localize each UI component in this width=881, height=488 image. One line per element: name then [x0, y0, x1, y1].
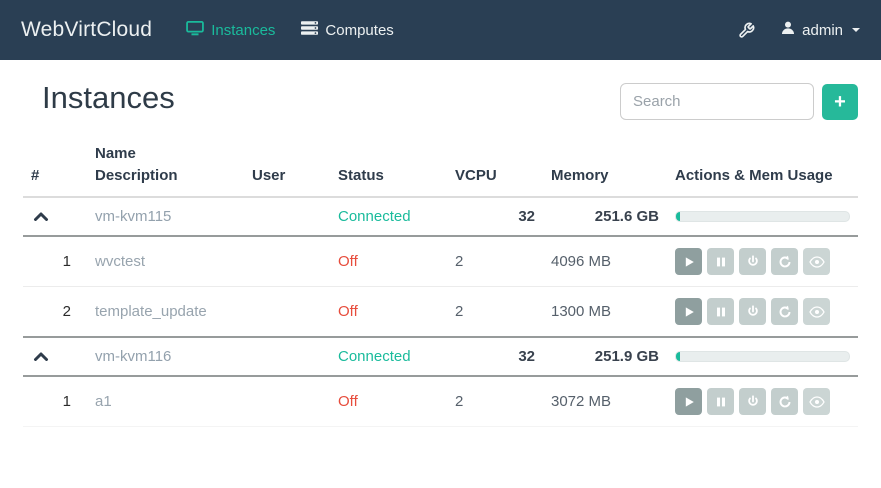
- pause-button[interactable]: [707, 298, 734, 325]
- collapse-chevron-icon[interactable]: [31, 211, 49, 221]
- console-eye-button[interactable]: [803, 248, 830, 275]
- monitor-icon: [186, 21, 204, 40]
- page-title: Instances: [42, 81, 175, 115]
- play-button[interactable]: [675, 248, 702, 275]
- instance-memory: 1300 MB: [543, 287, 667, 338]
- instance-row: 2 template_update Off 2 1300 MB: [23, 287, 858, 338]
- pause-button[interactable]: [707, 388, 734, 415]
- pause-button[interactable]: [707, 248, 734, 275]
- instance-memory: 3072 MB: [543, 376, 667, 427]
- instance-number: 1: [23, 236, 87, 287]
- instance-number: 2: [23, 287, 87, 338]
- col-header-name: NameDescription: [87, 137, 244, 197]
- mem-usage-fill: [676, 212, 680, 221]
- instance-actions: [675, 248, 858, 275]
- col-header-vcpu: VCPU: [447, 137, 543, 197]
- main-nav: Instances Computes: [186, 21, 394, 40]
- col-header-actions: Actions & Mem Usage: [667, 137, 858, 197]
- refresh-button[interactable]: [771, 298, 798, 325]
- console-eye-button[interactable]: [803, 388, 830, 415]
- instance-name-link[interactable]: a1: [95, 393, 112, 410]
- main-content: Instances + # NameDescription User Statu…: [0, 81, 881, 427]
- instance-vcpu: 2: [447, 287, 543, 338]
- instance-name-link[interactable]: wvctest: [95, 253, 145, 270]
- wrench-icon[interactable]: [738, 22, 755, 39]
- col-header-status: Status: [330, 137, 447, 197]
- top-navbar: WebVirtCloud Instances Computes admin: [0, 0, 881, 60]
- col-header-user: User: [244, 137, 330, 197]
- play-button[interactable]: [675, 388, 702, 415]
- console-eye-button[interactable]: [803, 298, 830, 325]
- table-header-row: # NameDescription User Status VCPU Memor…: [23, 137, 858, 197]
- collapse-chevron-icon[interactable]: [31, 351, 49, 361]
- instance-row: 1 wvctest Off 2 4096 MB: [23, 236, 858, 287]
- instances-table: # NameDescription User Status VCPU Memor…: [23, 137, 858, 427]
- nav-item-computes[interactable]: Computes: [301, 21, 393, 39]
- mem-usage-bar: [675, 211, 850, 222]
- play-button[interactable]: [675, 298, 702, 325]
- compute-memory: 251.9 GB: [543, 337, 667, 376]
- instance-row: 1 a1 Off 2 3072 MB: [23, 376, 858, 427]
- add-instance-button[interactable]: +: [822, 84, 858, 120]
- instance-actions: [675, 298, 858, 325]
- compute-name-link[interactable]: vm-kvm116: [95, 348, 171, 365]
- col-header-memory: Memory: [543, 137, 667, 197]
- instance-number: 1: [23, 376, 87, 427]
- instance-name-link[interactable]: template_update: [95, 303, 207, 320]
- caret-down-icon: [852, 28, 860, 32]
- compute-vcpu: 32: [447, 337, 543, 376]
- instance-vcpu: 2: [447, 376, 543, 427]
- mem-usage-fill: [676, 352, 680, 361]
- nav-label: Instances: [211, 22, 275, 39]
- search-group: +: [620, 83, 858, 120]
- compute-memory: 251.6 GB: [543, 197, 667, 236]
- instance-status: Off: [338, 393, 358, 410]
- brand-logo[interactable]: WebVirtCloud: [21, 18, 152, 42]
- col-header-num: #: [23, 137, 87, 197]
- search-input[interactable]: [620, 83, 814, 120]
- refresh-button[interactable]: [771, 388, 798, 415]
- instance-status: Off: [338, 303, 358, 320]
- instance-status: Off: [338, 253, 358, 270]
- refresh-button[interactable]: [771, 248, 798, 275]
- compute-row: vm-kvm116 Connected 32 251.9 GB: [23, 337, 858, 376]
- power-off-button[interactable]: [739, 298, 766, 325]
- compute-status: Connected: [338, 208, 411, 225]
- compute-vcpu: 32: [447, 197, 543, 236]
- power-off-button[interactable]: [739, 388, 766, 415]
- mem-usage-bar: [675, 351, 850, 362]
- nav-item-instances[interactable]: Instances: [186, 21, 275, 40]
- user-menu[interactable]: admin: [781, 21, 860, 39]
- nav-label: Computes: [325, 22, 393, 39]
- power-off-button[interactable]: [739, 248, 766, 275]
- compute-name-link[interactable]: vm-kvm115: [95, 208, 171, 225]
- user-icon: [781, 21, 795, 39]
- navbar-right: admin: [738, 21, 860, 39]
- page-header: Instances +: [23, 81, 858, 120]
- instance-memory: 4096 MB: [543, 236, 667, 287]
- server-icon: [301, 21, 318, 39]
- compute-status: Connected: [338, 348, 411, 365]
- instance-vcpu: 2: [447, 236, 543, 287]
- instance-actions: [675, 388, 858, 415]
- username-label: admin: [802, 22, 843, 39]
- compute-row: vm-kvm115 Connected 32 251.6 GB: [23, 197, 858, 236]
